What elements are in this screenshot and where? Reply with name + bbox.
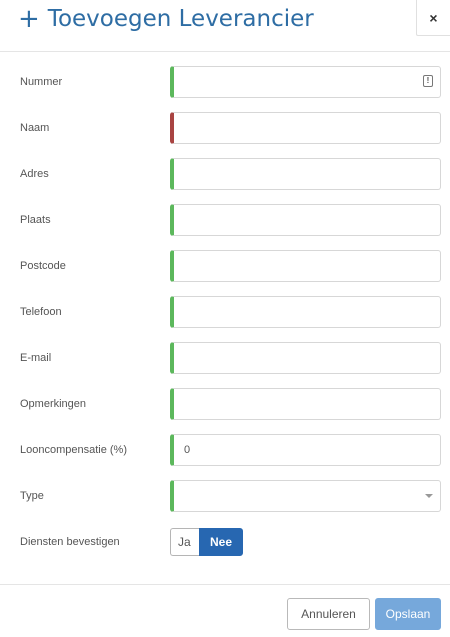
plus-icon: + bbox=[18, 4, 40, 34]
close-icon: × bbox=[429, 9, 438, 26]
cancel-button[interactable]: Annuleren bbox=[287, 598, 370, 630]
row-looncompensatie: Looncompensatie (%) 0 bbox=[0, 434, 450, 466]
row-email: E-mail bbox=[0, 342, 450, 374]
field-label-telefoon: Telefoon bbox=[20, 306, 62, 318]
confirm-services-toggle: Ja Nee bbox=[170, 528, 243, 556]
row-opmerkingen: Opmerkingen bbox=[0, 388, 450, 420]
row-plaats: Plaats bbox=[0, 204, 450, 236]
field-label-type: Type bbox=[20, 490, 44, 502]
field-label-postcode: Postcode bbox=[20, 260, 66, 272]
save-button[interactable]: Opslaan bbox=[375, 598, 441, 630]
email-input[interactable] bbox=[170, 342, 441, 374]
field-label-adres: Adres bbox=[20, 168, 49, 180]
close-button[interactable]: × bbox=[416, 0, 450, 36]
naam-input[interactable] bbox=[170, 112, 441, 144]
field-label-diensten-bevestigen: Diensten bevestigen bbox=[20, 536, 120, 548]
dialog-title-text: Toevoegen Leverancier bbox=[47, 6, 314, 32]
field-label-plaats: Plaats bbox=[20, 214, 51, 226]
toggle-option-nee[interactable]: Nee bbox=[199, 528, 243, 556]
type-select[interactable] bbox=[170, 480, 441, 512]
dialog-title: + Toevoegen Leverancier bbox=[18, 6, 314, 32]
row-telefoon: Telefoon bbox=[0, 296, 450, 328]
opmerkingen-input[interactable] bbox=[170, 388, 441, 420]
field-label-email: E-mail bbox=[20, 352, 52, 364]
field-label-looncompensatie: Looncompensatie (%) bbox=[20, 444, 128, 456]
plaats-input[interactable] bbox=[170, 204, 441, 236]
row-adres: Adres bbox=[0, 158, 450, 190]
row-type: Type bbox=[0, 480, 450, 512]
row-nummer: Nummer ! bbox=[0, 66, 450, 98]
field-label-opmerkingen: Opmerkingen bbox=[20, 398, 87, 410]
field-label-nummer: Nummer bbox=[20, 76, 63, 88]
dialog-footer-divider bbox=[0, 584, 450, 585]
row-naam: Naam bbox=[0, 112, 450, 144]
row-diensten-bevestigen: Diensten bevestigen Ja Nee bbox=[0, 528, 450, 560]
toggle-option-ja[interactable]: Ja bbox=[170, 528, 199, 556]
telefoon-input[interactable] bbox=[170, 296, 441, 328]
postcode-input[interactable] bbox=[170, 250, 441, 282]
chevron-down-icon[interactable] bbox=[425, 494, 433, 498]
field-label-naam: Naam bbox=[20, 122, 50, 134]
nummer-input[interactable] bbox=[170, 66, 441, 98]
dialog-header: + Toevoegen Leverancier × bbox=[0, 0, 450, 52]
adres-input[interactable] bbox=[170, 158, 441, 190]
id-badge-icon[interactable]: ! bbox=[423, 75, 433, 87]
looncompensatie-input[interactable]: 0 bbox=[170, 434, 441, 466]
row-postcode: Postcode bbox=[0, 250, 450, 282]
